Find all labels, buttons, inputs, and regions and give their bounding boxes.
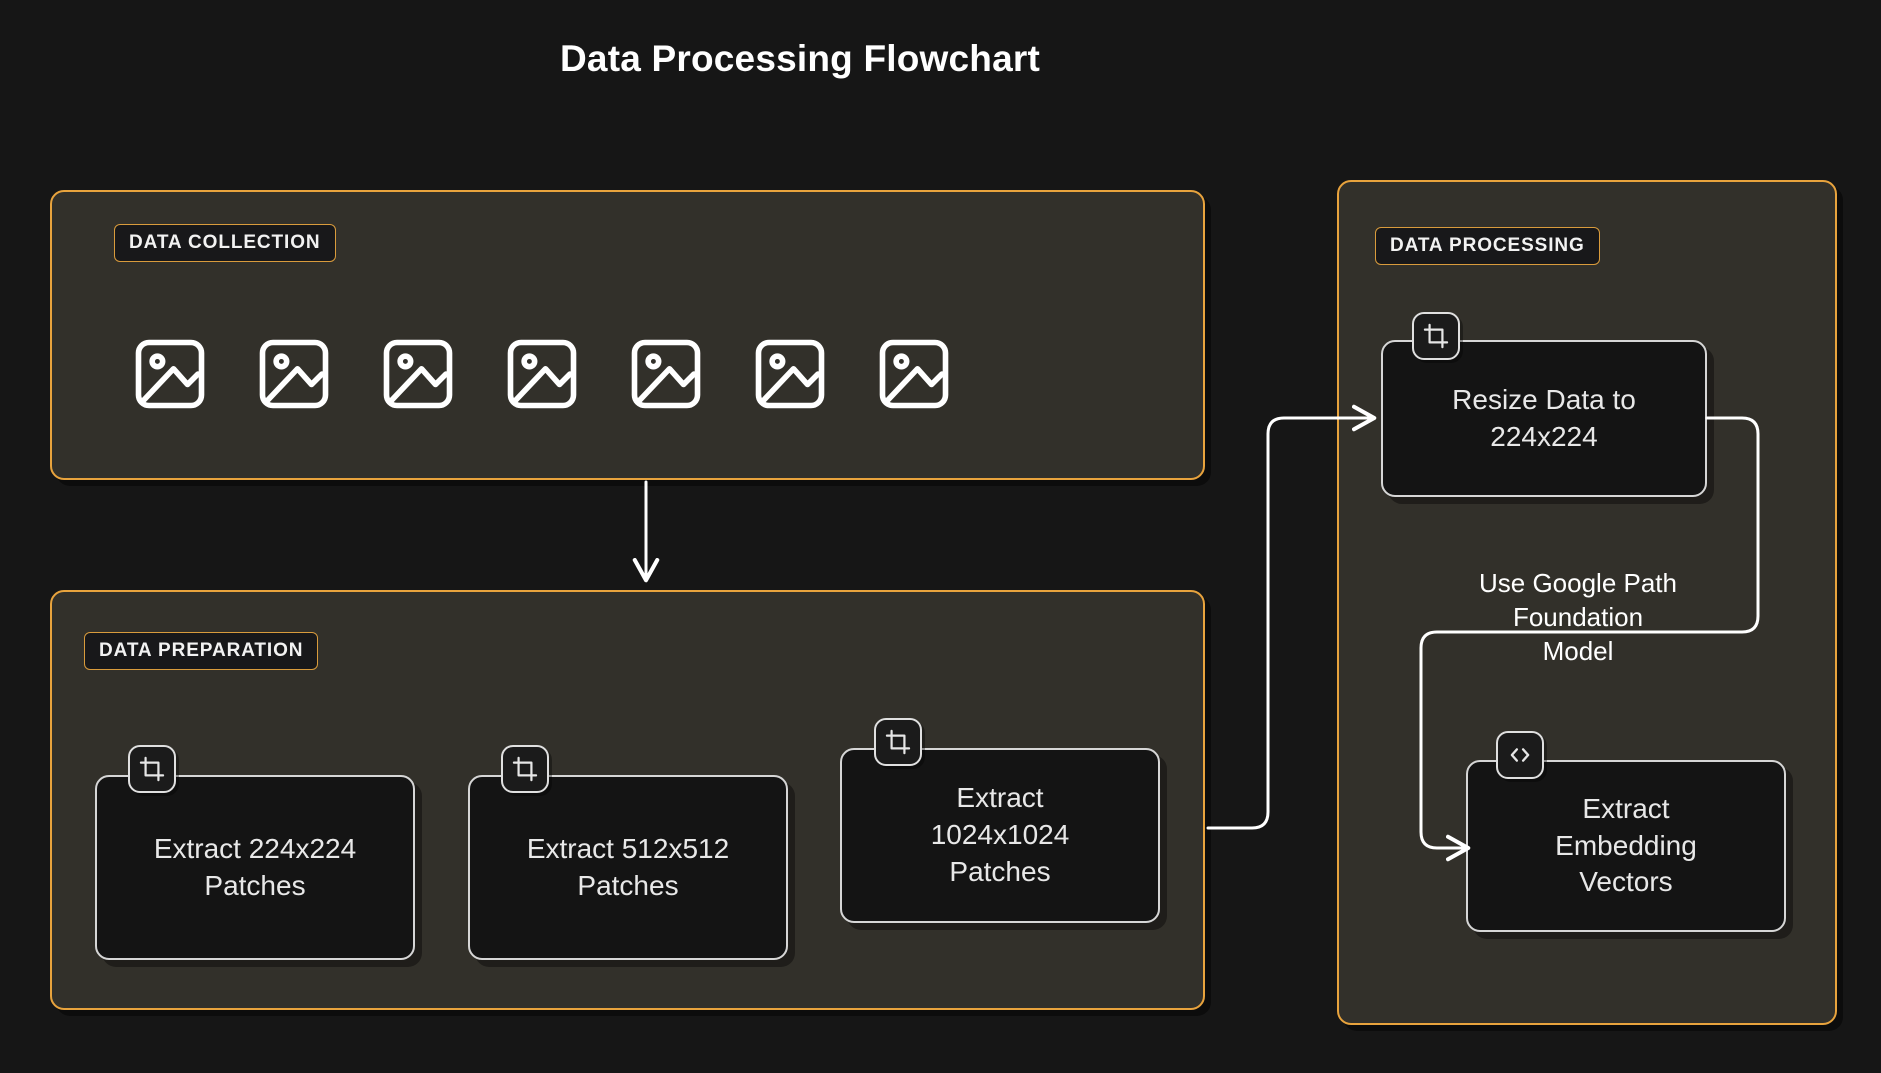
node-label: Extract 1024x1024 Patches xyxy=(930,782,1070,887)
image-icon xyxy=(500,332,584,416)
crop-icon xyxy=(501,745,549,793)
node-extract-512-patches[interactable]: Extract 512x512 Patches xyxy=(468,775,788,960)
node-label: Extract Embedding Vectors xyxy=(1555,792,1697,898)
image-icon xyxy=(376,332,460,416)
image-icon xyxy=(624,332,708,416)
crop-icon xyxy=(1412,312,1460,360)
image-icon-row xyxy=(128,332,956,416)
node-extract-embedding-vectors[interactable]: Extract Embedding Vectors xyxy=(1466,760,1786,932)
image-icon xyxy=(128,332,212,416)
node-label: Extract 512x512 Patches xyxy=(526,832,730,901)
node-label: Extract 224x224 Patches xyxy=(153,832,357,901)
subgraph-label-data-preparation: DATA PREPARATION xyxy=(84,632,319,670)
node-resize-data[interactable]: Resize Data to 224x224 xyxy=(1381,340,1707,497)
subgraph-label-data-collection: DATA COLLECTION xyxy=(114,224,336,262)
node-label: Resize Data to 224x224 xyxy=(1452,383,1636,452)
image-icon xyxy=(872,332,956,416)
page-title: Data Processing Flowchart xyxy=(560,38,1040,79)
subgraph-data-collection: DATA COLLECTION xyxy=(50,190,1205,480)
edge-label-foundation-model: Use Google Path Foundation Model xyxy=(1478,568,1677,666)
crop-icon xyxy=(128,745,176,793)
node-extract-224-patches[interactable]: Extract 224x224 Patches xyxy=(95,775,415,960)
crop-icon xyxy=(874,718,922,766)
node-extract-1024-patches[interactable]: Extract 1024x1024 Patches xyxy=(840,748,1160,923)
subgraph-label-data-processing: DATA PROCESSING xyxy=(1375,227,1600,265)
code-icon xyxy=(1496,731,1544,779)
image-icon xyxy=(748,332,832,416)
flowchart-canvas: Data Processing Flowchart DATA COLLECTIO… xyxy=(0,0,1881,1073)
image-icon xyxy=(252,332,336,416)
